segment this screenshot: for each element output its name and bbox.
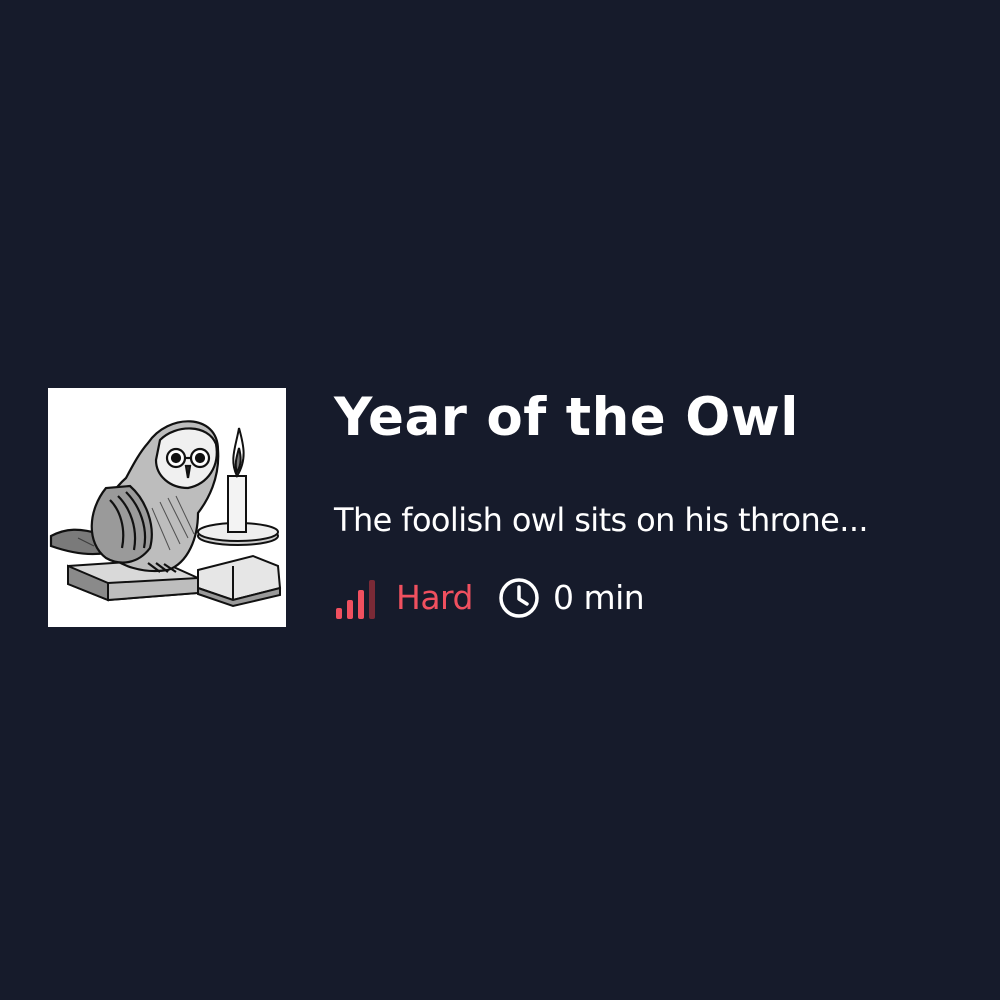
room-thumbnail[interactable] <box>48 388 286 627</box>
difficulty-bar-1 <box>336 608 342 619</box>
difficulty-bar-2 <box>347 600 353 619</box>
difficulty-label: Hard <box>396 578 473 617</box>
room-title[interactable]: Year of the Owl <box>334 388 868 448</box>
owl-illustration-icon <box>48 388 286 627</box>
room-info: Year of the Owl The foolish owl sits on … <box>334 388 869 620</box>
clock-icon <box>499 578 539 618</box>
room-card[interactable]: Year of the Owl The foolish owl sits on … <box>48 388 869 627</box>
duration-label: 0 min <box>552 578 645 617</box>
difficulty-bar-4 <box>369 580 375 619</box>
signal-bars-icon <box>336 580 375 619</box>
difficulty-bar-3 <box>358 590 364 619</box>
room-description: The foolish owl sits on his throne... <box>334 501 869 539</box>
room-meta: Hard 0 min <box>334 576 868 620</box>
